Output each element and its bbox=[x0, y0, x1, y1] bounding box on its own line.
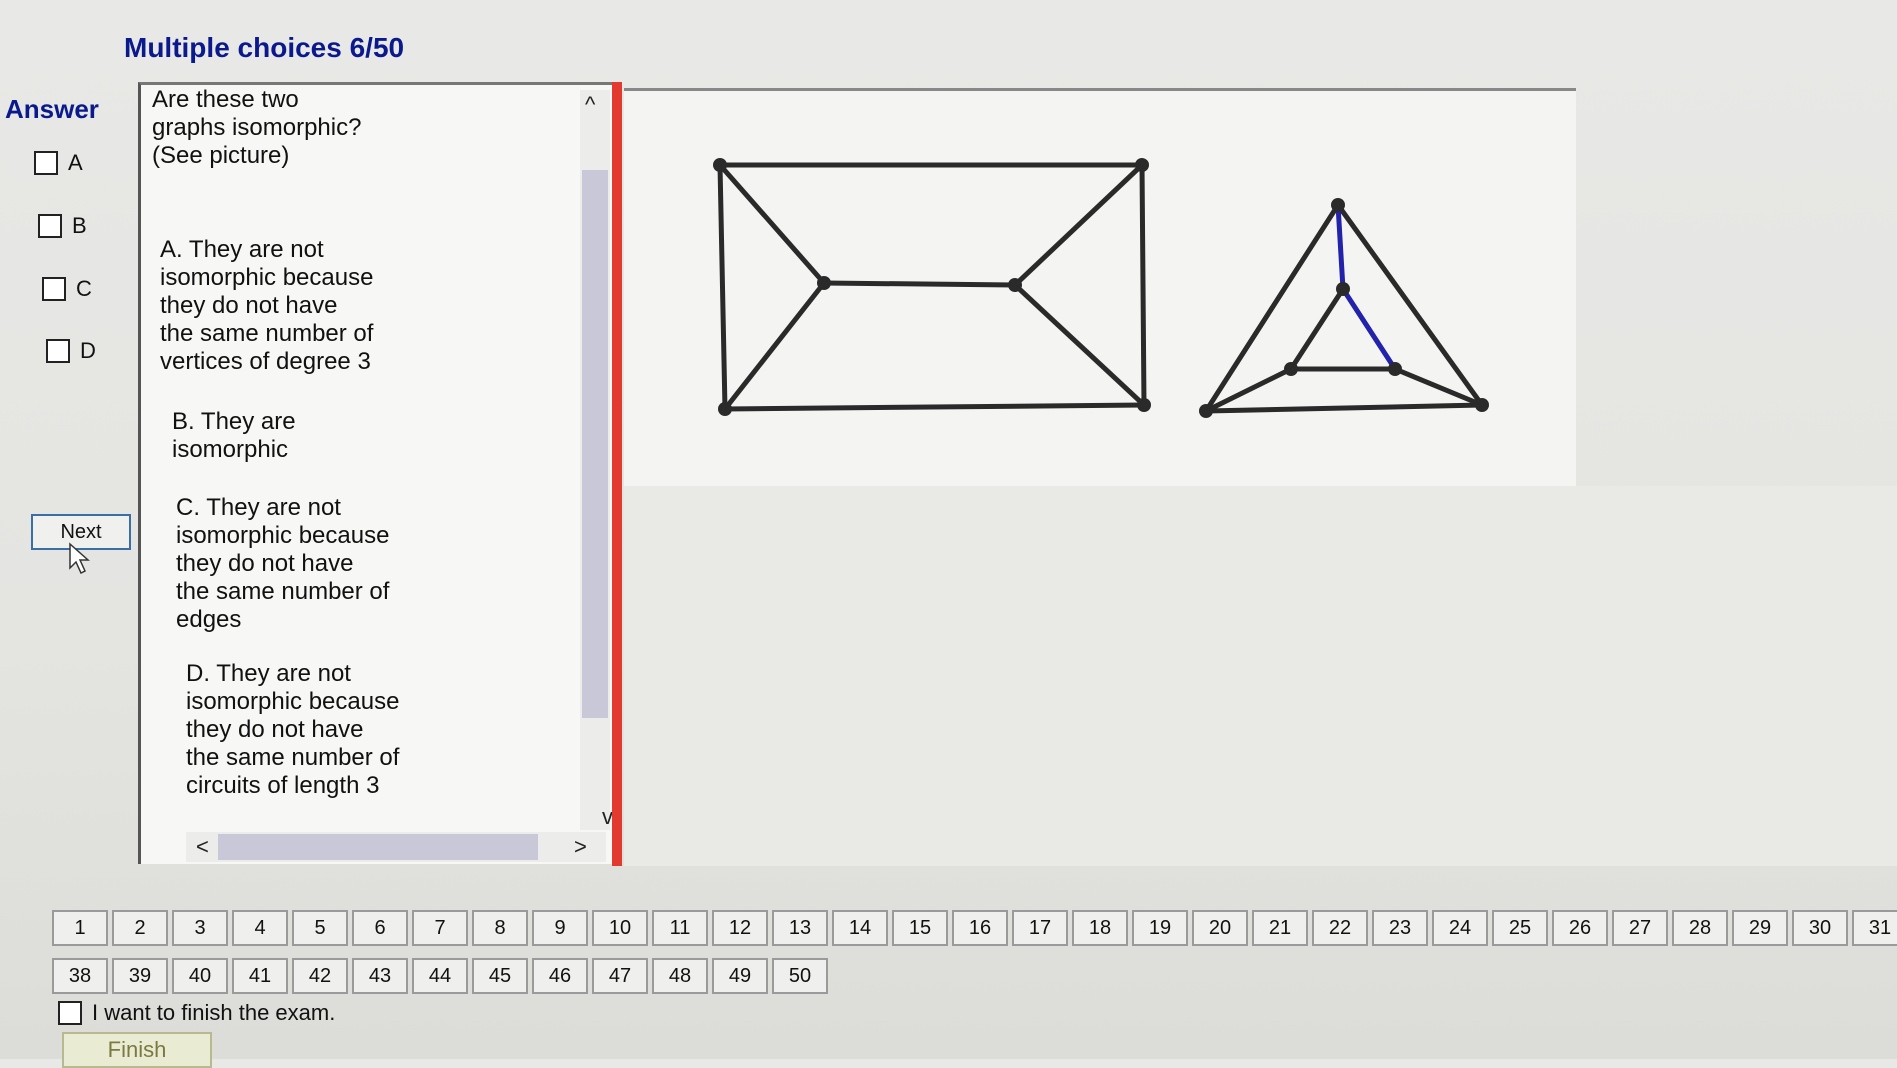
choice-a-text: A. They are not isomorphic because they … bbox=[160, 236, 374, 375]
question-nav-button[interactable]: 24 bbox=[1432, 910, 1488, 946]
question-nav-button[interactable]: 39 bbox=[112, 958, 168, 994]
horizontal-scroll-thumb[interactable] bbox=[218, 834, 538, 860]
question-image-panel bbox=[624, 88, 1576, 486]
chevron-up-icon[interactable]: ^ bbox=[585, 92, 595, 118]
question-nav-row-1: 1 2 3 4 5 6 7 8 9 10 11 12 13 14 15 16 17 18 19 20 21 22 23 24 2… bbox=[52, 910, 1897, 946]
finish-checkbox[interactable] bbox=[58, 1001, 82, 1025]
answer-checkbox-c[interactable] bbox=[42, 277, 66, 301]
answer-option-c[interactable]: C bbox=[42, 276, 92, 302]
question-nav-row-2: 38 39 40 41 42 43 44 45 46 47 48 49 50 bbox=[52, 958, 832, 994]
graph-vertex bbox=[1388, 362, 1402, 376]
graph-vertex bbox=[713, 158, 727, 172]
question-nav-button[interactable]: 2 bbox=[112, 910, 168, 946]
answer-checkbox-a[interactable] bbox=[34, 151, 58, 175]
answer-option-b-label: B bbox=[72, 213, 87, 238]
question-nav-button[interactable]: 12 bbox=[712, 910, 768, 946]
question-nav-button[interactable]: 50 bbox=[772, 958, 828, 994]
question-nav-button[interactable]: 3 bbox=[172, 910, 228, 946]
answer-checkbox-d[interactable] bbox=[46, 339, 70, 363]
graph-vertex bbox=[1331, 198, 1345, 212]
question-nav-button[interactable]: 18 bbox=[1072, 910, 1128, 946]
right-content-area bbox=[624, 486, 1897, 866]
question-nav-button[interactable]: 44 bbox=[412, 958, 468, 994]
choice-c-text: C. They are not isomorphic because they … bbox=[176, 494, 390, 633]
graph-vertex bbox=[1475, 398, 1489, 412]
question-nav-button[interactable]: 1 bbox=[52, 910, 108, 946]
question-nav-button[interactable]: 30 bbox=[1792, 910, 1848, 946]
graphs-picture bbox=[713, 158, 1489, 418]
question-nav-button[interactable]: 14 bbox=[832, 910, 888, 946]
question-nav-button[interactable]: 19 bbox=[1132, 910, 1188, 946]
question-nav-button[interactable]: 31 bbox=[1852, 910, 1897, 946]
answer-checkbox-b[interactable] bbox=[38, 214, 62, 238]
question-nav-button[interactable]: 40 bbox=[172, 958, 228, 994]
answer-label: Answer bbox=[5, 94, 99, 124]
finish-button[interactable]: Finish bbox=[62, 1032, 212, 1068]
question-nav-button[interactable]: 42 bbox=[292, 958, 348, 994]
answer-option-a[interactable]: A bbox=[34, 150, 83, 176]
graph-vertex bbox=[1008, 278, 1022, 292]
graph-vertex bbox=[1135, 158, 1149, 172]
graph-vertex bbox=[1137, 398, 1151, 412]
question-nav-button[interactable]: 15 bbox=[892, 910, 948, 946]
question-nav-button[interactable]: 25 bbox=[1492, 910, 1548, 946]
question-nav-button[interactable]: 26 bbox=[1552, 910, 1608, 946]
question-nav-button[interactable]: 6 bbox=[352, 910, 408, 946]
question-nav-button[interactable]: 20 bbox=[1192, 910, 1248, 946]
question-nav-button[interactable]: 46 bbox=[532, 958, 588, 994]
question-nav-button[interactable]: 38 bbox=[52, 958, 108, 994]
graph-vertex bbox=[1199, 404, 1213, 418]
question-nav-button[interactable]: 47 bbox=[592, 958, 648, 994]
question-nav-button[interactable]: 28 bbox=[1672, 910, 1728, 946]
question-nav-button[interactable]: 8 bbox=[472, 910, 528, 946]
question-nav-button[interactable]: 4 bbox=[232, 910, 288, 946]
chevron-right-icon[interactable]: > bbox=[574, 834, 587, 860]
graph-vertex bbox=[718, 402, 732, 416]
answer-option-d-label: D bbox=[80, 338, 96, 363]
question-nav-button[interactable]: 9 bbox=[532, 910, 588, 946]
question-nav-button[interactable]: 17 bbox=[1012, 910, 1068, 946]
question-nav-button[interactable]: 22 bbox=[1312, 910, 1368, 946]
question-nav-button[interactable]: 29 bbox=[1732, 910, 1788, 946]
choice-d-text: D. They are not isomorphic because they … bbox=[186, 660, 400, 799]
question-nav-button[interactable]: 41 bbox=[232, 958, 288, 994]
choice-b-text: B. They are isomorphic bbox=[172, 408, 296, 463]
answer-option-b[interactable]: B bbox=[38, 213, 87, 239]
question-nav-button[interactable]: 23 bbox=[1372, 910, 1428, 946]
question-nav-button[interactable]: 43 bbox=[352, 958, 408, 994]
graph-vertex bbox=[1284, 362, 1298, 376]
cursor-arrow-icon bbox=[69, 542, 90, 575]
question-nav-button[interactable]: 49 bbox=[712, 958, 768, 994]
finish-checkbox-label: I want to finish the exam. bbox=[92, 1000, 336, 1025]
question-nav-button[interactable]: 16 bbox=[952, 910, 1008, 946]
answer-option-c-label: C bbox=[76, 276, 92, 301]
chevron-left-icon[interactable]: < bbox=[196, 834, 209, 860]
question-nav-button[interactable]: 10 bbox=[592, 910, 648, 946]
question-nav-button[interactable]: 21 bbox=[1252, 910, 1308, 946]
panel-divider[interactable] bbox=[612, 82, 622, 866]
question-nav-button[interactable]: 27 bbox=[1612, 910, 1668, 946]
question-nav-button[interactable]: 45 bbox=[472, 958, 528, 994]
question-prompt: Are these two graphs isomorphic? (See pi… bbox=[152, 86, 362, 169]
vertical-scroll-thumb[interactable] bbox=[582, 170, 608, 718]
finish-checkbox-row[interactable]: I want to finish the exam. bbox=[58, 1000, 335, 1026]
answer-option-d[interactable]: D bbox=[46, 338, 96, 364]
question-nav-button[interactable]: 7 bbox=[412, 910, 468, 946]
answer-option-a-label: A bbox=[68, 150, 83, 175]
question-nav-button[interactable]: 11 bbox=[652, 910, 708, 946]
question-nav-button[interactable]: 48 bbox=[652, 958, 708, 994]
page-title: Multiple choices 6/50 bbox=[124, 32, 405, 63]
graph-vertex bbox=[1336, 282, 1350, 296]
graph-vertex bbox=[817, 276, 831, 290]
question-nav-button[interactable]: 5 bbox=[292, 910, 348, 946]
question-nav-button[interactable]: 13 bbox=[772, 910, 828, 946]
